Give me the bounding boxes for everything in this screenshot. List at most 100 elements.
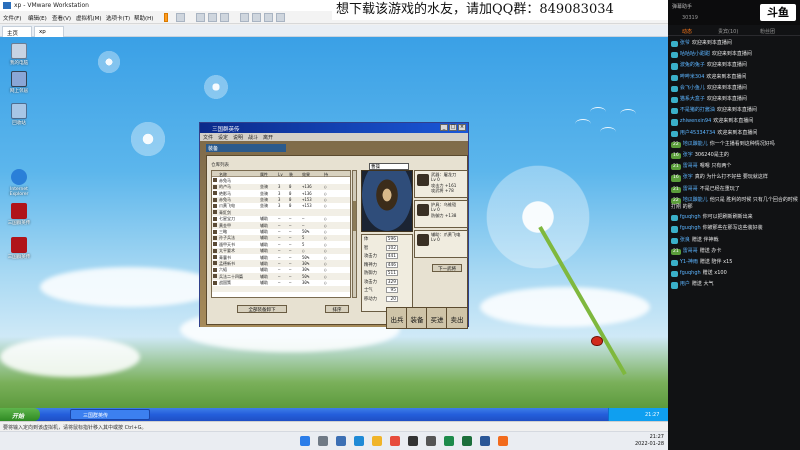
game-window[interactable]: 三国群英传 _ □ × 文件 设定 说明 战斗 离开 装备 仓库列表 曹操 名称… bbox=[199, 122, 469, 329]
chat-username[interactable]: Y1-神雨 bbox=[680, 259, 698, 265]
armor-slot[interactable]: 护具：乌锥铠 Lv 0 防御力 +138 bbox=[414, 200, 468, 228]
item-icon bbox=[213, 184, 217, 189]
game-menu-battle[interactable]: 战斗 bbox=[248, 134, 258, 141]
snapshot-icon[interactable] bbox=[196, 13, 205, 22]
word-icon[interactable] bbox=[480, 436, 490, 446]
search-icon[interactable] bbox=[318, 436, 328, 446]
stat-label: 移动力 bbox=[364, 296, 377, 302]
game-shortcut-icon bbox=[11, 237, 27, 253]
unity-icon[interactable] bbox=[252, 13, 261, 22]
equip-button[interactable]: 装备 bbox=[406, 307, 428, 329]
equipment-scrollbar[interactable] bbox=[352, 170, 357, 298]
equipment-table: 名称 属性 Lv 装 效果 持 赤兔马 的卢马 坐骑 3 0 +136 ○ 绝影马 坐骑 3 0 +1… bbox=[211, 170, 351, 298]
chat-username[interactable]: 用户 bbox=[680, 281, 690, 287]
chat-username[interactable]: 用户45334734 bbox=[680, 130, 715, 136]
cell-level: — bbox=[278, 229, 281, 235]
sort-button[interactable]: 排序 bbox=[325, 305, 349, 313]
chat-message-list[interactable]: 张爷 欢迎来到本直播间 咕咕咕小甜甜 欢迎来到本直播间 波兔的兔子 欢迎来到本直播间 … bbox=[668, 38, 800, 450]
app-icon[interactable] bbox=[408, 436, 418, 446]
menu-view[interactable]: 查看(V) bbox=[52, 14, 71, 22]
chat-username[interactable]: fguqhgh bbox=[680, 214, 701, 220]
vmware-taskbar-icon[interactable] bbox=[444, 436, 454, 446]
chat-username[interactable]: fguqhgh bbox=[680, 225, 701, 231]
app-icon[interactable] bbox=[426, 436, 436, 446]
tab-fans[interactable]: 粉丝团 bbox=[760, 28, 775, 35]
app-icon[interactable] bbox=[390, 436, 400, 446]
manage-snapshots-icon[interactable] bbox=[220, 13, 229, 22]
game-titlebar[interactable]: 三国群英传 _ □ × bbox=[200, 123, 468, 133]
restore-snapshot-icon[interactable] bbox=[208, 13, 217, 22]
chat-username[interactable]: 张宇 bbox=[683, 174, 693, 180]
menu-file[interactable]: 文件(F) bbox=[3, 14, 21, 22]
tab-activity[interactable]: 动态 bbox=[682, 28, 692, 35]
excel-icon[interactable] bbox=[462, 436, 472, 446]
chat-username[interactable]: 波兔的兔子 bbox=[680, 62, 705, 68]
game-canvas[interactable]: 装备 仓库列表 曹操 名称 属性 Lv 装 效果 持 赤兔马 的卢马 坐骑 3 … bbox=[200, 141, 468, 329]
tab-xp[interactable]: xp bbox=[34, 26, 64, 37]
stretch-icon[interactable] bbox=[276, 13, 285, 22]
windows-start-icon[interactable] bbox=[300, 436, 310, 446]
menu-help[interactable]: 帮助(H) bbox=[134, 14, 153, 22]
edge-icon[interactable] bbox=[354, 436, 364, 446]
desktop-icon-ie[interactable]: Internet Explorer bbox=[4, 169, 34, 203]
equip-panel-title: 装备 bbox=[206, 144, 286, 152]
console-view-icon[interactable] bbox=[264, 13, 273, 22]
task-view-icon[interactable] bbox=[336, 436, 346, 446]
chat-username[interactable]: 雷哥哥 bbox=[683, 163, 698, 169]
sell-button[interactable]: 卖出 bbox=[446, 307, 468, 329]
chat-username[interactable]: 不是猪的打酱油 bbox=[680, 107, 715, 113]
item-icon bbox=[213, 255, 217, 260]
game-menu-settings[interactable]: 设定 bbox=[218, 134, 228, 141]
unequip-all-button[interactable]: 全部装备卸下 bbox=[237, 305, 287, 313]
maximize-button[interactable]: □ bbox=[449, 124, 457, 131]
chat-username[interactable]: 雷哥哥 bbox=[683, 186, 698, 192]
game-menu-exit[interactable]: 离开 bbox=[263, 134, 273, 141]
chat-username[interactable]: 猫系大盒子 bbox=[680, 96, 705, 102]
chat-username[interactable]: 张宇 bbox=[683, 152, 693, 158]
chat-username[interactable]: 张爷 bbox=[680, 40, 690, 46]
desktop-icon-game-2[interactable]: 三国群英传 bbox=[4, 237, 34, 271]
desktop-icon-game-1[interactable]: 三国群英传 bbox=[4, 203, 34, 237]
equipment-row[interactable] bbox=[212, 292, 350, 297]
hero-select[interactable]: 曹操 bbox=[369, 163, 409, 170]
hero-stats: 体 596 智 102 攻击力 441 精神力 446 防御力 511 攻击力 329 士气 95 移动力 2… bbox=[361, 234, 413, 312]
xp-start-button[interactable]: 开始 bbox=[0, 408, 40, 421]
cell-effect: +153 bbox=[302, 203, 312, 209]
douyu-icon[interactable] bbox=[498, 436, 508, 446]
menu-vm[interactable]: 虚拟机(M) bbox=[76, 14, 102, 22]
game-menu-help[interactable]: 说明 bbox=[233, 134, 243, 141]
xp-taskbar-game-item[interactable]: 三国群英传 bbox=[70, 409, 150, 420]
weapon-slot[interactable]: 武器：屠龙刀 Lv 0 攻击力 +161 攻武将 +78 bbox=[414, 170, 468, 198]
item-icon bbox=[213, 191, 217, 196]
next-general-button[interactable]: 下一武将 bbox=[432, 264, 462, 272]
chat-username[interactable]: 地瓜酿能儿 bbox=[683, 197, 708, 203]
chat-username[interactable]: 会飞小鱼儿 bbox=[680, 85, 705, 91]
accessory-slot[interactable]: 辅助：爪黄飞电 Lv 0 bbox=[414, 230, 468, 258]
guest-desktop[interactable]: 我的电脑 网上邻居 回收站 Internet Explorer 三国群英传 三国… bbox=[0, 37, 668, 421]
chat-username[interactable]: 哔哔米304 bbox=[680, 74, 705, 80]
chat-username[interactable]: 雷哥哥 bbox=[683, 248, 698, 254]
game-menu-file[interactable]: 文件 bbox=[203, 134, 213, 141]
close-button[interactable]: × bbox=[458, 124, 466, 131]
desktop-icon-recycle-bin[interactable]: 回收站 bbox=[4, 103, 34, 137]
chat-username[interactable]: fguqhgh bbox=[680, 270, 701, 276]
menu-tabs[interactable]: 选项卡(T) bbox=[106, 14, 130, 22]
scrollbar-thumb[interactable] bbox=[353, 201, 356, 231]
item-icon bbox=[213, 203, 217, 208]
play-icon[interactable] bbox=[176, 13, 185, 22]
chat-username[interactable]: 地瓜酿能儿 bbox=[683, 141, 708, 147]
desktop-icon-network[interactable]: 网上邻居 bbox=[4, 71, 34, 105]
tab-home[interactable]: 主页 bbox=[2, 26, 32, 37]
tab-vip[interactable]: 贵宾(10) bbox=[718, 28, 738, 35]
chat-username[interactable]: zhiwenxin94 bbox=[680, 118, 711, 124]
menu-edit[interactable]: 编辑(E) bbox=[28, 14, 47, 22]
buy-button[interactable]: 买进 bbox=[426, 307, 448, 329]
fullscreen-icon[interactable] bbox=[240, 13, 249, 22]
chat-username[interactable]: 咕咕咕小甜甜 bbox=[680, 51, 710, 57]
pause-icon[interactable] bbox=[164, 13, 168, 22]
user-badge-icon bbox=[671, 41, 678, 48]
deploy-button[interactable]: 出兵 bbox=[386, 307, 408, 329]
file-explorer-icon[interactable] bbox=[372, 436, 382, 446]
minimize-button[interactable]: _ bbox=[440, 124, 448, 131]
chat-username[interactable]: 张良 bbox=[680, 237, 690, 243]
